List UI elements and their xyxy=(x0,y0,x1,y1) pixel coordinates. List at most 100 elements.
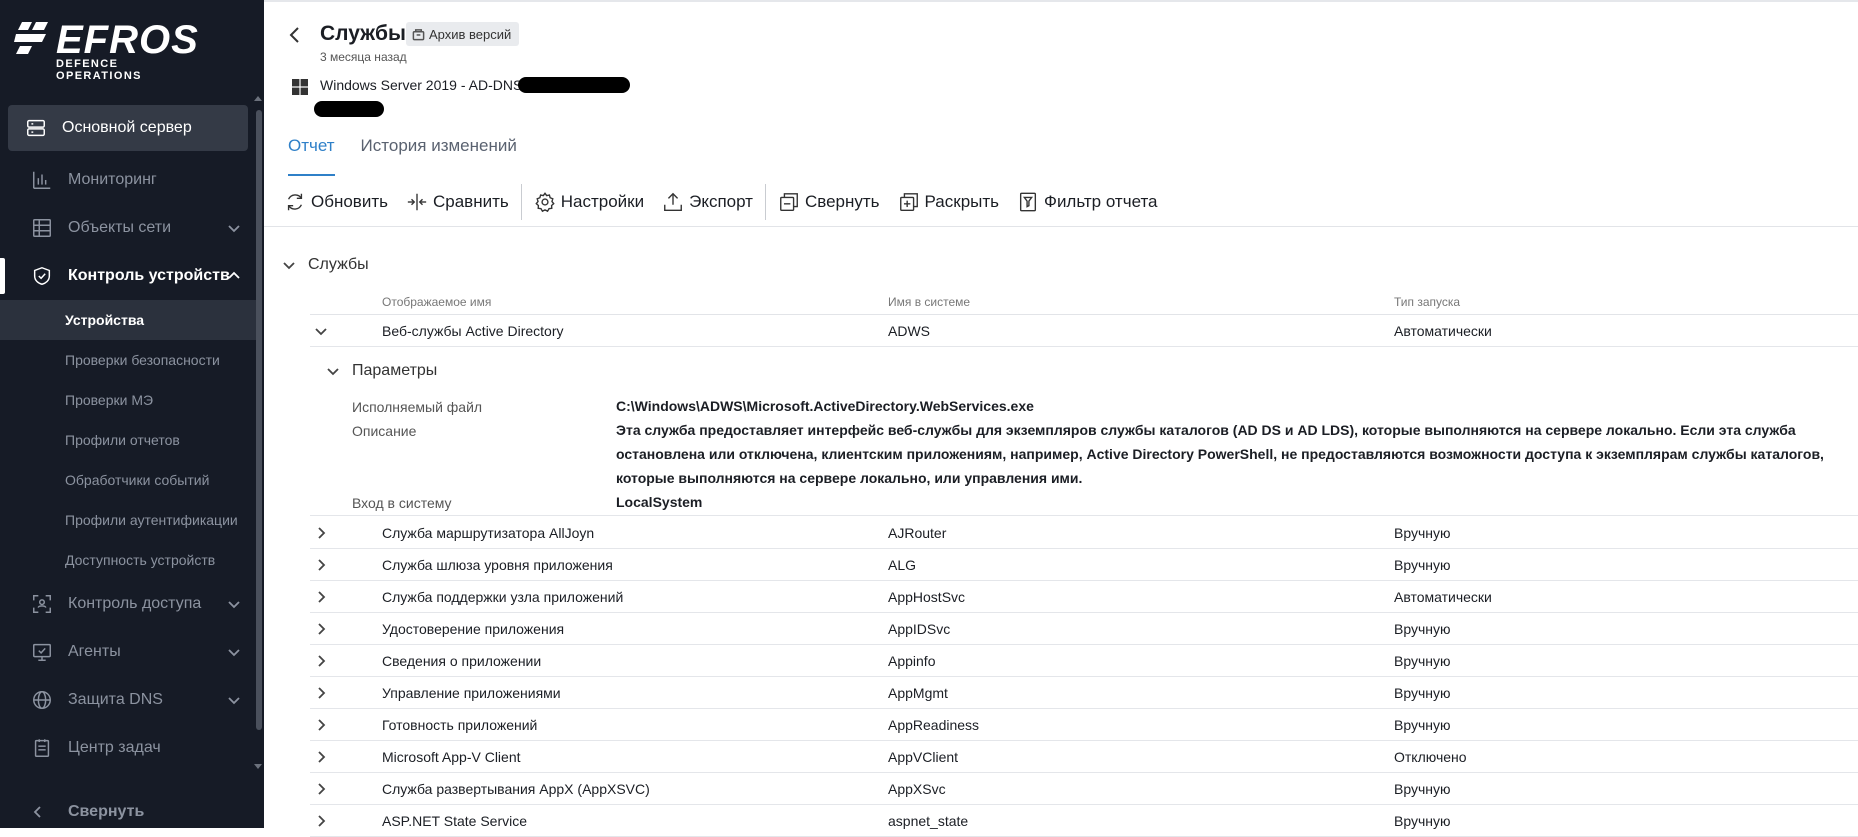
sidebar-nav: Основной сервер Мониторинг Объекты сети … xyxy=(0,100,256,772)
refresh-button[interactable]: Обновить xyxy=(284,191,388,213)
chevron-right-icon[interactable] xyxy=(314,782,328,796)
monitor-check-icon xyxy=(30,640,54,664)
param-value-description: Эта служба предоставляет интерфейс веб-с… xyxy=(616,422,1824,486)
globe-icon xyxy=(30,688,54,712)
scroll-down-arrow-icon[interactable] xyxy=(254,764,262,769)
tab-change-history[interactable]: История изменений xyxy=(361,136,517,176)
cell-system-name: ADWS xyxy=(888,323,930,339)
refresh-label: Обновить xyxy=(311,192,388,211)
table-row-expanded[interactable]: Веб-службы Active Directory ADWS Автомат… xyxy=(310,315,1858,347)
cell-display-name: Служба поддержки узла приложений xyxy=(382,589,624,605)
sidebar-item-label: Защита DNS xyxy=(68,691,163,708)
page-title: Службы xyxy=(320,22,406,45)
sidebar-subitem-report-profiles[interactable]: Профили отчетов xyxy=(0,420,256,460)
collapse-all-button[interactable]: Свернуть xyxy=(778,191,880,213)
parameters-toggle[interactable]: Параметры xyxy=(326,362,437,380)
cell-start-type: Автоматически xyxy=(1394,589,1492,605)
tab-report[interactable]: Отчет xyxy=(288,136,335,176)
sidebar-subitem-devices[interactable]: Устройства xyxy=(0,300,256,340)
cell-display-name: Управление приложениями xyxy=(382,685,561,701)
table-row[interactable]: Служба шлюза уровня приложения ALG Вручную xyxy=(310,549,1858,581)
chevron-right-icon[interactable] xyxy=(314,526,328,540)
chevron-down-icon xyxy=(226,596,242,612)
chevron-right-icon[interactable] xyxy=(314,686,328,700)
compare-button[interactable]: Сравнить xyxy=(406,191,509,213)
cell-display-name: Служба маршрутизатора AllJoyn xyxy=(382,525,595,541)
logo-text: EFROS xyxy=(56,18,199,62)
cell-start-type: Вручную xyxy=(1394,653,1451,669)
sidebar-item-label: Объекты сети xyxy=(68,219,172,236)
export-label: Экспорт xyxy=(689,192,753,211)
sidebar-item-task-center[interactable]: Центр задач xyxy=(0,724,256,772)
back-button[interactable] xyxy=(284,24,306,46)
sidebar-subitem-security-checks[interactable]: Проверки безопасности xyxy=(0,340,256,380)
cell-system-name: AppVClient xyxy=(888,749,959,765)
sidebar-subitem-auth-profiles[interactable]: Профили аутентификации xyxy=(0,500,256,540)
table-header: Отображаемое имя Имя в системе Тип запус… xyxy=(264,295,1858,315)
version-archive-button[interactable]: Архив версий xyxy=(406,22,520,46)
table-row[interactable]: Microsoft App-V Client AppVClient Отключен… xyxy=(310,741,1858,773)
network-icon xyxy=(30,216,54,240)
settings-button[interactable]: Настройки xyxy=(534,191,644,213)
compare-icon xyxy=(407,193,427,211)
filter-document-icon xyxy=(1019,192,1037,212)
column-header-start-type[interactable]: Тип запуска xyxy=(1394,295,1460,309)
tab-bar: Отчет История изменений xyxy=(288,136,543,176)
sidebar-item-agents[interactable]: Агенты xyxy=(0,628,256,676)
settings-label: Настройки xyxy=(560,192,645,211)
chevron-right-icon[interactable] xyxy=(314,718,328,732)
table-row[interactable]: Управление приложениями AppMgmt Вручную xyxy=(310,677,1858,709)
table-row[interactable]: Служба развертывания AppX (AppXSVC) AppXS… xyxy=(310,773,1858,805)
clipboard-icon xyxy=(30,736,54,760)
toolbar-separator xyxy=(520,184,522,220)
sidebar-subitem-device-availability[interactable]: Доступность устройств xyxy=(0,540,256,580)
sidebar-item-monitoring[interactable]: Мониторинг xyxy=(0,156,256,204)
table-row[interactable]: Готовность приложений AppReadiness Вручную xyxy=(310,709,1858,741)
table-row[interactable]: Служба поддержки узла приложений AppHostS… xyxy=(310,581,1858,613)
chevron-right-icon[interactable] xyxy=(314,558,328,572)
column-header-system-name[interactable]: Имя в системе xyxy=(888,295,970,309)
chevron-right-icon[interactable] xyxy=(314,590,328,604)
sidebar-subitem-firewall-checks[interactable]: Проверки МЭ xyxy=(0,380,256,420)
sidebar-collapse-button[interactable]: Свернуть xyxy=(0,796,256,828)
column-header-display-name[interactable]: Отображаемое имя xyxy=(382,295,491,309)
collapse-label: Свернуть xyxy=(68,803,145,820)
sidebar-item-main-server[interactable]: Основной сервер xyxy=(8,105,248,151)
sidebar-item-access-control[interactable]: Контроль доступа xyxy=(0,580,256,628)
toolbar: Обновить Сравнить Настройки Экспорт Свер… xyxy=(284,184,1176,220)
sidebar-item-device-control[interactable]: Контроль устройств xyxy=(0,252,256,300)
sidebar-item-network-objects[interactable]: Объекты сети xyxy=(0,204,256,252)
chevron-right-icon[interactable] xyxy=(314,654,328,668)
cell-system-name: AppHostSvc xyxy=(888,589,966,605)
chevron-right-icon[interactable] xyxy=(314,750,328,764)
report-filter-label: Фильтр отчета xyxy=(1044,192,1158,211)
sidebar-subitem-event-handlers[interactable]: Обработчики событий xyxy=(0,460,256,500)
cell-system-name: AppIDSvc xyxy=(888,621,951,637)
scroll-up-arrow-icon[interactable] xyxy=(254,96,262,101)
cell-start-type: Вручную xyxy=(1394,525,1451,541)
sidebar-item-dns-protection[interactable]: Защита DNS xyxy=(0,676,256,724)
chevron-down-icon[interactable] xyxy=(314,324,328,338)
cell-system-name: ALG xyxy=(888,557,917,573)
redaction-mark xyxy=(518,77,630,93)
sidebar-scrollbar[interactable] xyxy=(256,110,262,730)
chevron-right-icon[interactable] xyxy=(314,814,328,828)
chevron-right-icon[interactable] xyxy=(314,622,328,636)
export-button[interactable]: Экспорт xyxy=(662,191,753,213)
expand-all-button[interactable]: Раскрыть xyxy=(898,191,999,213)
toolbar-separator xyxy=(764,184,766,220)
table-row[interactable]: Сведения о приложении Appinfo Вручную xyxy=(310,645,1858,677)
cell-system-name: AppMgmt xyxy=(888,685,948,701)
cell-start-type: Вручную xyxy=(1394,781,1451,797)
report-filter-button[interactable]: Фильтр отчета xyxy=(1017,191,1158,213)
section-toggle-services[interactable]: Службы xyxy=(282,256,369,274)
chevron-down-icon xyxy=(283,262,295,270)
cell-system-name: Appinfo xyxy=(888,653,936,669)
cell-start-type: Вручную xyxy=(1394,813,1451,829)
table-row[interactable]: ASP.NET State Service aspnet_state Вручную xyxy=(310,805,1858,837)
table-row[interactable]: Служба маршрутизатора AllJoyn AJRouter Вру… xyxy=(310,517,1858,549)
table-row[interactable]: Удостоверение приложения AppIDSvc Вручную xyxy=(310,613,1858,645)
cell-display-name: Удостоверение приложения xyxy=(382,621,565,637)
collapse-icon xyxy=(780,193,798,211)
cell-start-type: Отключено xyxy=(1394,749,1467,765)
